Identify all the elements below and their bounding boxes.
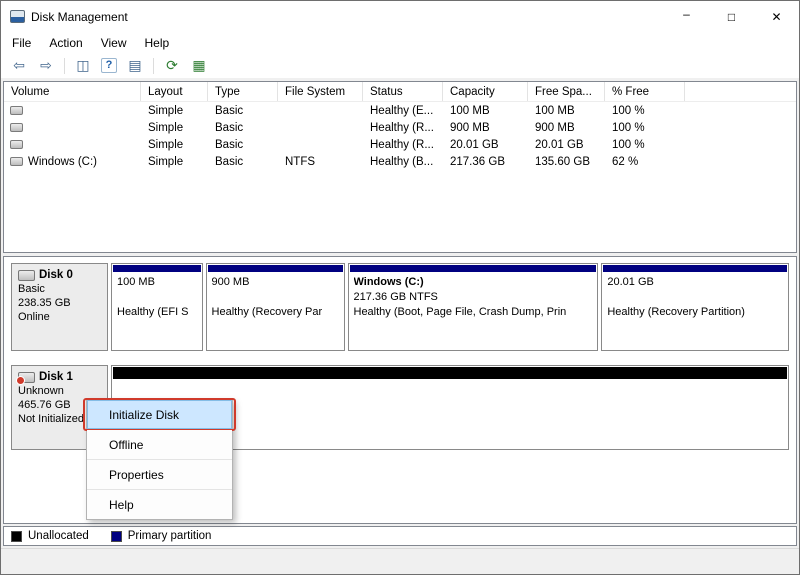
disk0-info[interactable]: Disk 0 Basic 238.35 GB Online: [11, 263, 108, 351]
console-tree-icon[interactable]: ◫: [74, 57, 92, 74]
menu-bar: File Action View Help: [1, 32, 799, 53]
partition-recovery-2[interactable]: 20.01 GB Healthy (Recovery Partition): [601, 263, 789, 351]
volume-row[interactable]: Simple Basic Healthy (R... 20.01 GB 20.0…: [4, 136, 796, 153]
col-status[interactable]: Status: [363, 82, 443, 101]
col-volume[interactable]: Volume: [4, 82, 141, 101]
col-free-space[interactable]: Free Spa...: [528, 82, 605, 101]
toolbar-separator: [64, 57, 65, 74]
col-capacity[interactable]: Capacity: [443, 82, 528, 101]
window-title: Disk Management: [31, 9, 128, 24]
disk-management-window: Disk Management – □ ✕ File Action View H…: [0, 0, 800, 575]
primary-partition-label: Primary partition: [127, 530, 212, 542]
unallocated-label: Unallocated: [28, 530, 89, 542]
menu-view[interactable]: View: [92, 33, 136, 53]
volume-list-pane: Volume Layout Type File System Status Ca…: [3, 81, 797, 253]
volume-icon: [10, 157, 23, 166]
help-icon[interactable]: ?: [101, 58, 117, 73]
legend-bar: Unallocated Primary partition: [3, 526, 797, 546]
menu-item-offline[interactable]: Offline: [87, 430, 232, 459]
close-button[interactable]: ✕: [754, 1, 799, 32]
volume-row[interactable]: Simple Basic Healthy (R... 900 MB 900 MB…: [4, 119, 796, 136]
unallocated-stripe: [113, 367, 787, 379]
partition-recovery-1[interactable]: 900 MB Healthy (Recovery Par: [205, 263, 345, 351]
menu-item-help[interactable]: Help: [87, 490, 232, 519]
volume-icon: [10, 140, 23, 149]
context-menu: Initialize Disk Offline Properties Help: [83, 398, 236, 520]
disk1-type: Unknown: [18, 385, 64, 397]
volume-row[interactable]: Simple Basic Healthy (E... 100 MB 100 MB…: [4, 102, 796, 119]
back-icon[interactable]: ⇦: [10, 57, 28, 74]
menu-file[interactable]: File: [3, 33, 40, 53]
toolbar-separator: [153, 57, 154, 74]
forward-icon[interactable]: ⇨: [37, 57, 55, 74]
unallocated-swatch: [11, 530, 22, 542]
toolbar: ⇦ ⇨ ◫ ? ▤ ⟳ ▦: [1, 53, 799, 79]
action-pane-icon[interactable]: ▤: [126, 57, 144, 74]
volume-icon: [10, 106, 23, 115]
disk0-status: Online: [18, 311, 50, 323]
properties-icon[interactable]: ▦: [190, 57, 208, 74]
title-bar: Disk Management – □ ✕: [1, 1, 799, 32]
menu-item-properties[interactable]: Properties: [87, 460, 232, 489]
disk-icon: [18, 269, 35, 281]
col-pct-free[interactable]: % Free: [605, 82, 685, 101]
volume-row[interactable]: Windows (C:) Simple Basic NTFS Healthy (…: [4, 153, 796, 170]
disk0-size: 238.35 GB: [18, 297, 71, 309]
minimize-button[interactable]: –: [664, 1, 709, 32]
disk0-type: Basic: [18, 283, 45, 295]
primary-partition-stripe: [603, 265, 787, 272]
app-icon: [10, 10, 25, 23]
partition-efi[interactable]: 100 MB Healthy (EFI S: [111, 263, 203, 351]
menu-action[interactable]: Action: [40, 33, 91, 53]
primary-partition-swatch: [110, 530, 122, 542]
disk-error-icon: [16, 371, 35, 385]
primary-partition-stripe: [207, 265, 343, 272]
menu-help[interactable]: Help: [136, 33, 179, 53]
status-bar: [1, 548, 799, 574]
volume-icon: [10, 123, 23, 132]
disk0-row: Disk 0 Basic 238.35 GB Online 100 MB Hea…: [11, 263, 789, 351]
col-file-system[interactable]: File System: [278, 82, 363, 101]
menu-item-initialize-disk[interactable]: Initialize Disk: [87, 400, 232, 429]
refresh-icon[interactable]: ⟳: [163, 57, 181, 74]
partition-windows-c[interactable]: Windows (C:) 217.36 GB NTFS Healthy (Boo…: [347, 263, 599, 351]
primary-partition-stripe: [349, 265, 597, 272]
primary-partition-stripe: [113, 265, 201, 272]
col-type[interactable]: Type: [208, 82, 278, 101]
volume-table-header: Volume Layout Type File System Status Ca…: [4, 82, 796, 102]
maximize-button[interactable]: □: [709, 1, 754, 32]
col-layout[interactable]: Layout: [141, 82, 208, 101]
col-filler: [685, 82, 796, 101]
